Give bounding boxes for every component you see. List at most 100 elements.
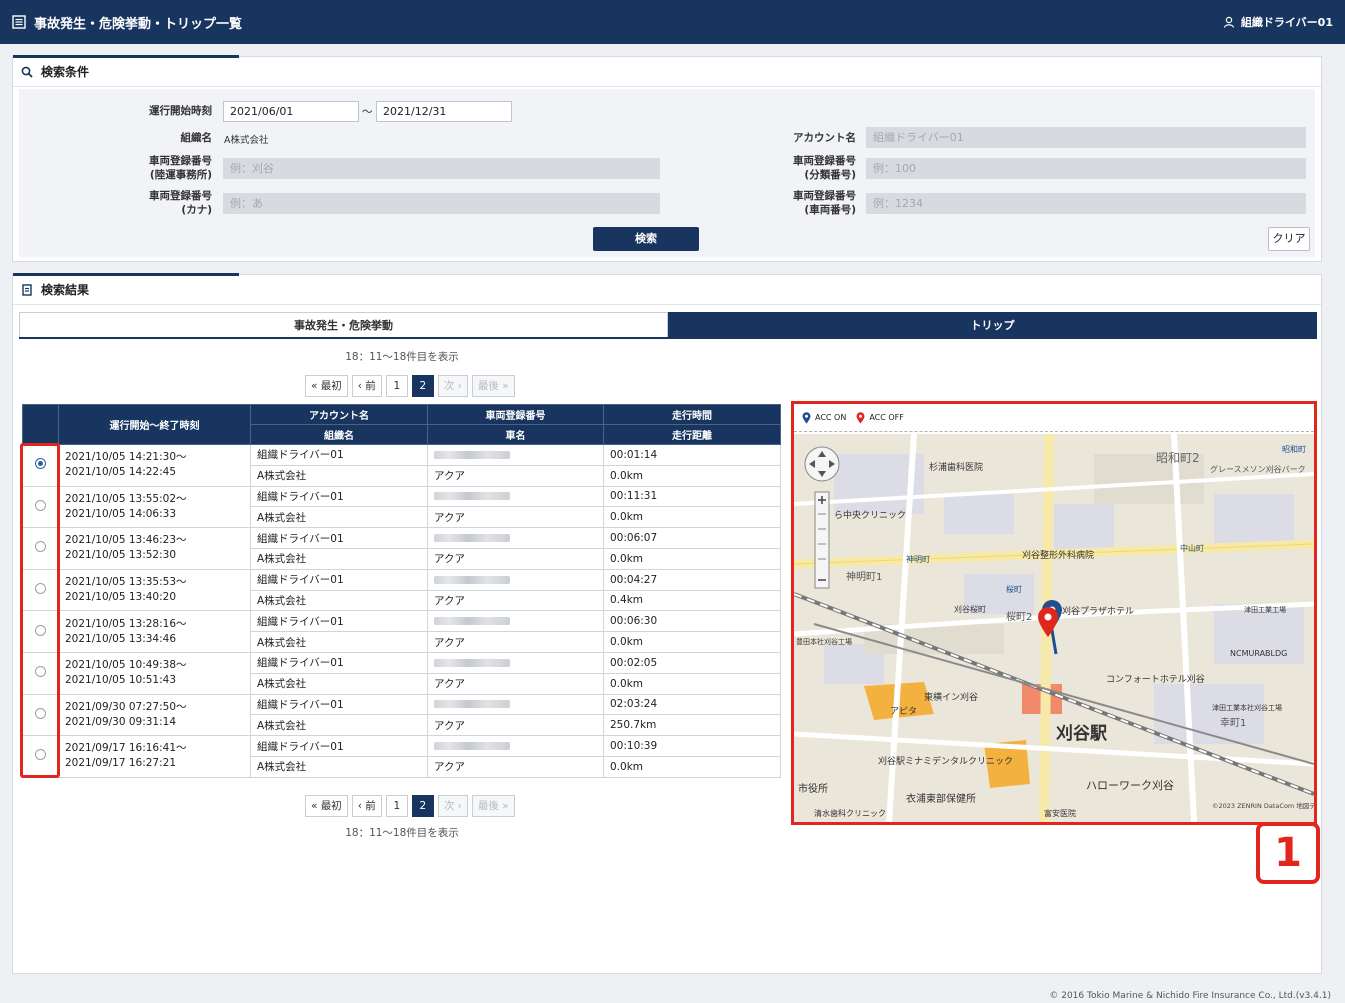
col-org[interactable]: 組織名: [250, 424, 428, 445]
plate-cell: [427, 693, 604, 716]
legend-acc-on: ACC ON: [815, 413, 847, 422]
redacted-plate: [434, 492, 510, 501]
car-cell: アクア: [427, 672, 604, 695]
time-cell: 2021/10/05 13:35:53～ 2021/10/05 13:40:20: [58, 568, 251, 612]
search-button[interactable]: 検索: [593, 227, 699, 251]
date-from-input[interactable]: 2021/06/01: [223, 101, 359, 122]
pager-prev[interactable]: ‹ 前: [351, 795, 382, 817]
map-canvas[interactable]: 刈谷駅 昭和町2 昭和町 杉浦歯科医院 ら中央クリニック 刈谷整形外科病院 中山…: [794, 434, 1314, 822]
account-cell: 組織ドライバー01: [250, 693, 428, 716]
user-menu[interactable]: 組織ドライバー01: [1223, 14, 1333, 30]
pager-last[interactable]: 最後 »: [471, 795, 515, 817]
table-row[interactable]: 2021/09/30 07:27:50～ 2021/09/30 09:31:14 組…: [22, 693, 781, 737]
map-label-jinmei-badge: 神明町: [906, 554, 930, 564]
pager-next[interactable]: 次 ›: [437, 375, 468, 397]
user-name: 組織ドライバー01: [1240, 16, 1333, 29]
org-cell: A株式会社: [250, 589, 428, 612]
org-label: 組織名: [180, 132, 213, 144]
table-row[interactable]: 2021/10/05 13:46:23～ 2021/10/05 13:52:30 組…: [22, 527, 781, 570]
plate-class-input[interactable]: 例：100: [866, 158, 1306, 179]
legend-acc-off: ACC OFF: [869, 413, 904, 422]
distance-cell: 0.0km: [603, 547, 781, 570]
map-label-kariyaekimae: 刈谷桜町: [954, 604, 986, 614]
col-duration[interactable]: 走行時間: [603, 404, 781, 425]
col-car[interactable]: 車名: [427, 424, 604, 445]
time-cell: 2021/10/05 10:49:38～ 2021/10/05 10:51:43: [58, 651, 251, 695]
results-panel-title: 検索結果: [41, 283, 90, 297]
trip-start: 2021/10/05 13:35:53～: [65, 576, 187, 589]
table-row[interactable]: 2021/10/05 14:21:30～ 2021/10/05 14:22:45 組…: [22, 444, 781, 487]
trip-map-panel: ACC ON ACC OFF 刈谷駅 昭和町2 昭和町 杉浦歯科医院 ら中央クリ…: [791, 401, 1317, 825]
distance-cell: 0.0km: [603, 631, 781, 653]
trip-start: 2021/09/17 16:16:41～: [65, 742, 187, 755]
map-copyright: ©2023 ZENRIN DataCom 地図データ©2023 ZENRIN: [1212, 801, 1314, 810]
map-label-hachi: 豊田本社刈谷工場: [796, 637, 852, 646]
org-cell: A株式会社: [250, 547, 428, 570]
plate-number-label: 車両登録番号 (車両番号): [793, 190, 856, 216]
col-distance[interactable]: 走行距離: [603, 424, 781, 445]
account-cell: 組織ドライバー01: [250, 568, 428, 591]
pager-page-1[interactable]: 1: [385, 375, 408, 397]
account-input[interactable]: 組織ドライバー01: [866, 127, 1306, 148]
plate-cell: [427, 568, 604, 591]
table-row[interactable]: 2021/10/05 13:28:16～ 2021/10/05 13:34:46 組…: [22, 610, 781, 653]
table-row[interactable]: 2021/09/17 16:16:41～ 2021/09/17 16:27:21 組…: [22, 735, 781, 778]
tab-trips[interactable]: トリップ: [668, 312, 1317, 338]
duration-cell: 00:04:27: [603, 568, 781, 591]
pager-page-2[interactable]: 2: [411, 795, 434, 817]
result-count-bottom: 18：11～18件目を表示: [345, 827, 459, 839]
map-label-sakura: 桜町2: [1006, 610, 1032, 623]
trip-end: 2021/09/30 09:31:14: [65, 715, 177, 728]
duration-cell: 00:02:05: [603, 651, 781, 674]
map-label-toyoko: 東横イン刈谷: [924, 691, 978, 703]
pager-page-2[interactable]: 2: [411, 375, 434, 397]
table-row[interactable]: 2021/10/05 10:49:38～ 2021/10/05 10:51:43 組…: [22, 651, 781, 695]
pager-first[interactable]: « 最初: [305, 375, 348, 397]
account-cell: 組織ドライバー01: [250, 651, 428, 674]
pager-prev[interactable]: ‹ 前: [351, 375, 382, 397]
panel-accent: [13, 55, 239, 58]
car-cell: アクア: [427, 631, 604, 653]
trip-start: 2021/10/05 14:21:30～: [65, 451, 187, 464]
pager-page-1[interactable]: 1: [385, 795, 408, 817]
trip-end: 2021/10/05 14:06:33: [65, 507, 177, 520]
date-to-input[interactable]: 2021/12/31: [376, 101, 512, 122]
plate-kana-input[interactable]: 例：あ: [223, 193, 660, 214]
plate-office-label: 車両登録番号 (陸運事務所): [149, 155, 212, 181]
redacted-plate: [434, 575, 510, 584]
table-row[interactable]: 2021/10/05 13:35:53～ 2021/10/05 13:40:20 組…: [22, 568, 781, 612]
col-time[interactable]: 運行開始～終了時刻: [58, 404, 251, 445]
plate-cell: [427, 527, 604, 549]
tab-underline: [19, 337, 1317, 339]
pager-first[interactable]: « 最初: [305, 795, 348, 817]
car-cell: アクア: [427, 506, 604, 529]
distance-cell: 0.4km: [603, 589, 781, 612]
map-label-hellowork: ハローワーク刈谷: [1086, 779, 1174, 792]
map-label-sugiura: 杉浦歯科医院: [929, 461, 983, 473]
map-label-nakayama: 中山町: [1180, 543, 1204, 553]
trip-start: 2021/10/05 10:49:38～: [65, 659, 187, 672]
col-plate[interactable]: 車両登録番号: [427, 404, 604, 425]
trip-start: 2021/09/30 07:27:50～: [65, 700, 187, 713]
map-label-fujian: 富安医院: [1044, 808, 1076, 818]
trip-table: 運行開始～終了時刻 アカウント名 車両登録番号 走行時間 組織名 車名 走行距離…: [22, 404, 781, 778]
plate-cell: [427, 651, 604, 674]
table-row[interactable]: 2021/10/05 13:55:02～ 2021/10/05 14:06:33 組…: [22, 485, 781, 529]
user-icon: [1223, 16, 1235, 28]
map-label-hoken: 衣浦東部保健所: [906, 792, 976, 805]
redacted-plate: [434, 450, 510, 459]
search-panel-header: 検索条件: [13, 57, 1321, 87]
col-account[interactable]: アカウント名: [250, 404, 428, 425]
pager-last[interactable]: 最後 »: [471, 375, 515, 397]
plate-number-input[interactable]: 例：1234: [866, 193, 1306, 214]
trip-end: 2021/09/17 16:27:21: [65, 757, 177, 770]
map-label-plaza: 刈谷プラザホテル: [1062, 605, 1134, 617]
callout-number-badge: 1: [1256, 822, 1320, 884]
org-value: A株式会社: [224, 135, 269, 146]
tab-incidents[interactable]: 事故発生・危険挙動: [19, 312, 668, 338]
page-title-text: 事故発生・危険挙動・トリップ一覧: [34, 16, 243, 32]
map-label-ncmura: NCMURABLDG: [1230, 649, 1287, 658]
clear-button[interactable]: クリア: [1268, 227, 1310, 251]
plate-office-input[interactable]: 例：刈谷: [223, 158, 660, 179]
pager-next[interactable]: 次 ›: [437, 795, 468, 817]
